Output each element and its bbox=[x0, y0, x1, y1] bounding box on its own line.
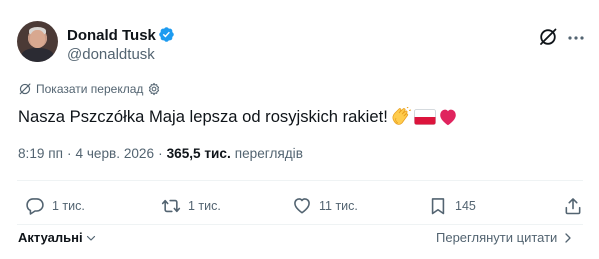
views-count[interactable]: 365,5 тис. bbox=[167, 146, 231, 161]
translate-row[interactable]: Показати переклад bbox=[18, 81, 161, 97]
tweet-meta: 8:19 пп · 4 черв. 2026 · 365,5 тис. пере… bbox=[18, 146, 303, 161]
view-quotes-link[interactable]: Переглянути цитати bbox=[436, 230, 573, 245]
reply-button[interactable]: 1 тис. bbox=[25, 196, 85, 216]
grok-icon bbox=[540, 28, 557, 45]
repost-count: 1 тис. bbox=[188, 199, 221, 213]
bookmark-button[interactable]: 145 bbox=[428, 196, 476, 216]
tweet-text: Nasza Pszczółka Maja lepsza od rosyjskic… bbox=[18, 107, 388, 126]
reply-count: 1 тис. bbox=[52, 199, 85, 213]
repost-icon bbox=[161, 199, 181, 213]
grok-translate-icon bbox=[19, 83, 31, 95]
quotes-label: Переглянути цитати bbox=[436, 230, 558, 245]
share-icon bbox=[565, 198, 581, 215]
sort-replies-dropdown[interactable]: Актуальні bbox=[18, 230, 97, 245]
chevron-right-icon bbox=[565, 232, 571, 243]
red-heart-icon bbox=[440, 109, 456, 126]
flag-poland-icon bbox=[414, 109, 436, 125]
tweet-date[interactable]: 4 черв. 2026 bbox=[76, 146, 155, 161]
grok-button[interactable] bbox=[538, 27, 558, 47]
author-display-name[interactable]: Donald Tusk bbox=[67, 27, 156, 44]
tweet-emojis bbox=[390, 107, 458, 127]
like-button[interactable]: 11 тис. bbox=[292, 196, 358, 216]
author-handle[interactable]: @donaldtusk bbox=[67, 46, 155, 63]
views-label: переглядів bbox=[234, 146, 303, 161]
tweet-time[interactable]: 8:19 пп bbox=[18, 146, 63, 161]
heart-outline-icon bbox=[294, 198, 310, 214]
more-options-button[interactable] bbox=[568, 36, 584, 40]
sort-label: Актуальні bbox=[18, 230, 83, 245]
bookmark-count: 145 bbox=[455, 199, 476, 213]
more-horizontal-icon bbox=[568, 36, 584, 40]
like-count: 11 тис. bbox=[319, 199, 358, 213]
divider bbox=[17, 224, 583, 225]
chevron-down-icon bbox=[86, 235, 95, 241]
gear-icon[interactable] bbox=[147, 82, 161, 96]
divider bbox=[17, 180, 583, 181]
translate-link[interactable]: Показати переклад bbox=[36, 82, 143, 96]
reply-icon bbox=[26, 198, 44, 215]
repost-button[interactable]: 1 тис. bbox=[161, 196, 221, 216]
meta-separator: · bbox=[158, 146, 163, 161]
avatar[interactable] bbox=[17, 21, 58, 62]
share-button[interactable] bbox=[563, 196, 583, 216]
bookmark-icon bbox=[431, 198, 445, 215]
verified-badge-icon bbox=[158, 26, 175, 43]
clapping-hands-icon bbox=[392, 107, 412, 125]
meta-separator: · bbox=[66, 146, 72, 161]
